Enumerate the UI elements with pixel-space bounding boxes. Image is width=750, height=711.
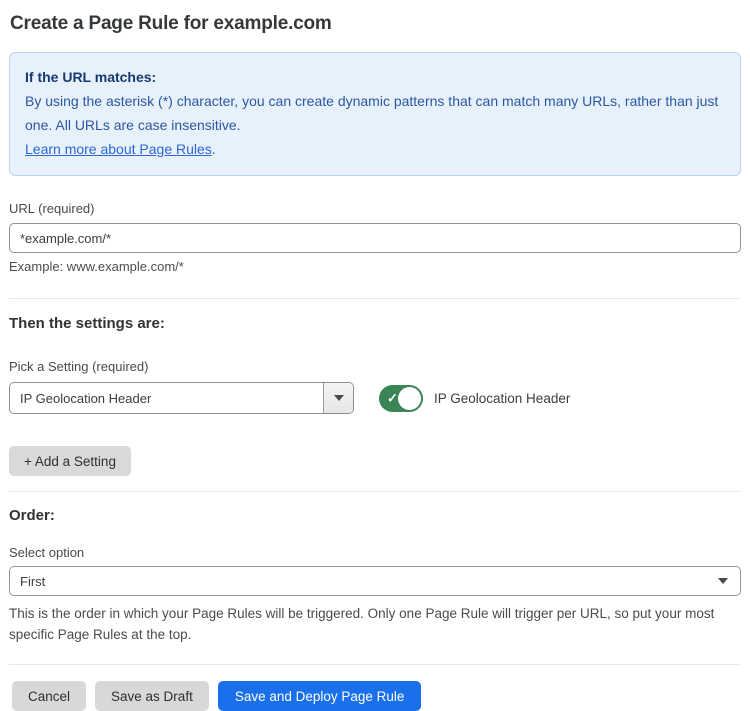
url-label: URL (required) <box>9 201 741 216</box>
info-box-link-line: Learn more about Page Rules. <box>25 137 725 161</box>
section-divider <box>9 298 741 299</box>
setting-toggle[interactable]: ✓ <box>379 385 423 412</box>
url-input[interactable] <box>9 223 741 253</box>
chevron-down-icon <box>334 395 344 401</box>
save-draft-button[interactable]: Save as Draft <box>95 681 209 711</box>
toggle-knob <box>398 387 421 410</box>
pick-setting-label: Pick a Setting (required) <box>9 359 741 374</box>
add-setting-button[interactable]: + Add a Setting <box>9 446 131 476</box>
footer-divider <box>9 664 741 665</box>
chevron-down-icon <box>718 578 728 584</box>
setting-select-arrow-button[interactable] <box>323 383 353 413</box>
save-deploy-button[interactable]: Save and Deploy Page Rule <box>218 681 422 711</box>
url-match-info-box: If the URL matches: By using the asteris… <box>9 52 741 176</box>
setting-toggle-label: IP Geolocation Header <box>434 391 570 406</box>
setting-row: IP Geolocation Header ✓ IP Geolocation H… <box>9 382 741 414</box>
setting-select[interactable]: IP Geolocation Header <box>9 382 354 414</box>
page-title: Create a Page Rule for example.com <box>10 13 741 35</box>
order-select-value: First <box>20 574 45 589</box>
settings-heading: Then the settings are: <box>9 315 741 332</box>
footer-actions: Cancel Save as Draft Save and Deploy Pag… <box>9 681 741 711</box>
order-heading: Order: <box>9 507 741 524</box>
info-box-body: By using the asterisk (*) character, you… <box>25 89 725 137</box>
page-rule-form: Create a Page Rule for example.com If th… <box>0 0 750 711</box>
select-option-label: Select option <box>9 545 741 560</box>
url-example-text: Example: www.example.com/* <box>9 259 741 274</box>
order-help-text: This is the order in which your Page Rul… <box>9 603 741 645</box>
check-icon: ✓ <box>387 392 398 405</box>
learn-more-link[interactable]: Learn more about Page Rules <box>25 141 212 157</box>
order-select[interactable]: First <box>9 566 741 596</box>
link-suffix: . <box>212 141 216 157</box>
cancel-button[interactable]: Cancel <box>12 681 86 711</box>
info-box-heading: If the URL matches: <box>25 65 725 89</box>
setting-select-value: IP Geolocation Header <box>10 383 323 413</box>
section-divider <box>9 491 741 492</box>
